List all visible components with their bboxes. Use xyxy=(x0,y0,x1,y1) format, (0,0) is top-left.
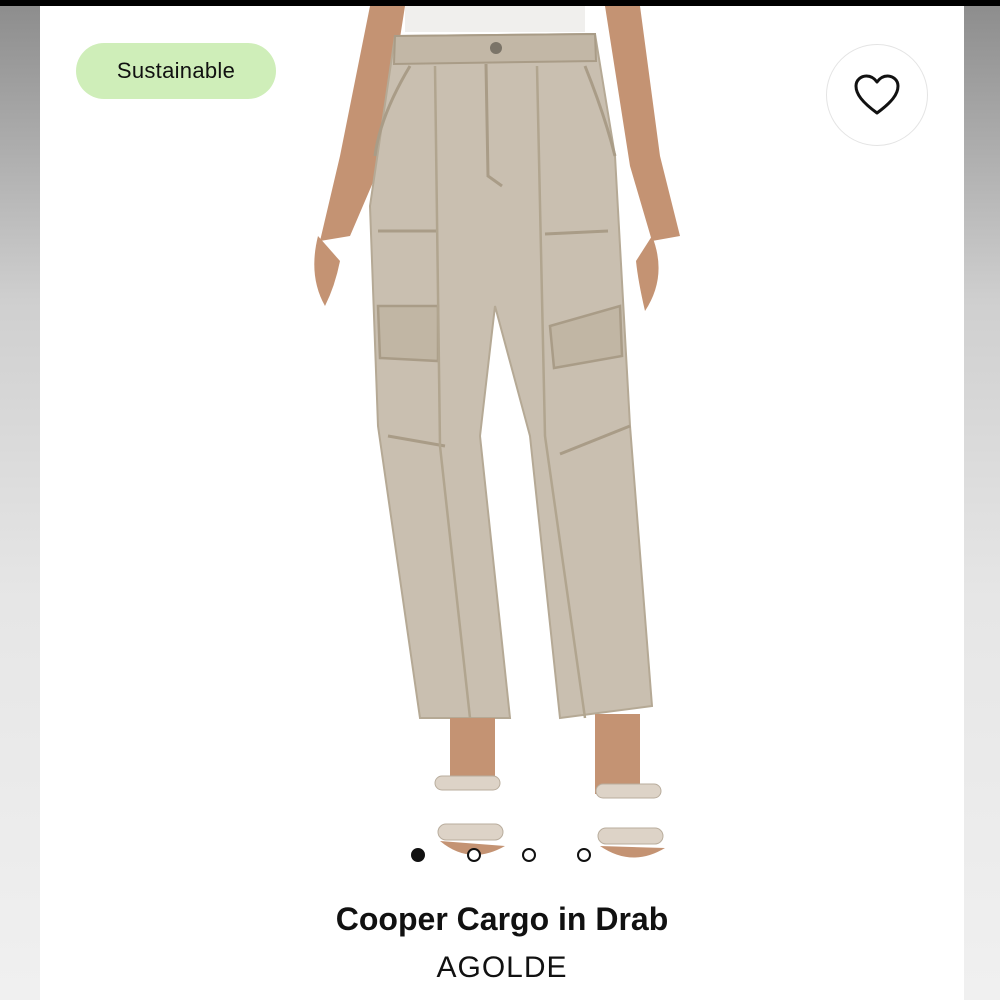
heart-icon xyxy=(854,74,900,115)
right-hand xyxy=(636,236,659,311)
carousel-dot-3[interactable] xyxy=(522,848,536,862)
right-margin xyxy=(964,0,1000,1000)
sustainable-badge-label: Sustainable xyxy=(116,58,236,83)
left-margin xyxy=(0,0,40,1000)
left-hand xyxy=(314,236,340,306)
carousel-dot-1[interactable] xyxy=(411,848,425,862)
product-image[interactable] xyxy=(40,6,964,881)
product-card: Sustainable Cooper Cargo in Drab AGOLDE xyxy=(40,6,964,1000)
favorite-button[interactable] xyxy=(826,44,928,146)
carousel-dots xyxy=(40,848,964,868)
carousel-dot-2[interactable] xyxy=(467,848,481,862)
top-garment xyxy=(405,6,585,32)
sustainable-badge: Sustainable xyxy=(76,43,276,99)
product-title[interactable]: Cooper Cargo in Drab xyxy=(40,901,964,938)
carousel-dot-4[interactable] xyxy=(577,848,591,862)
product-brand[interactable]: AGOLDE xyxy=(40,951,964,985)
